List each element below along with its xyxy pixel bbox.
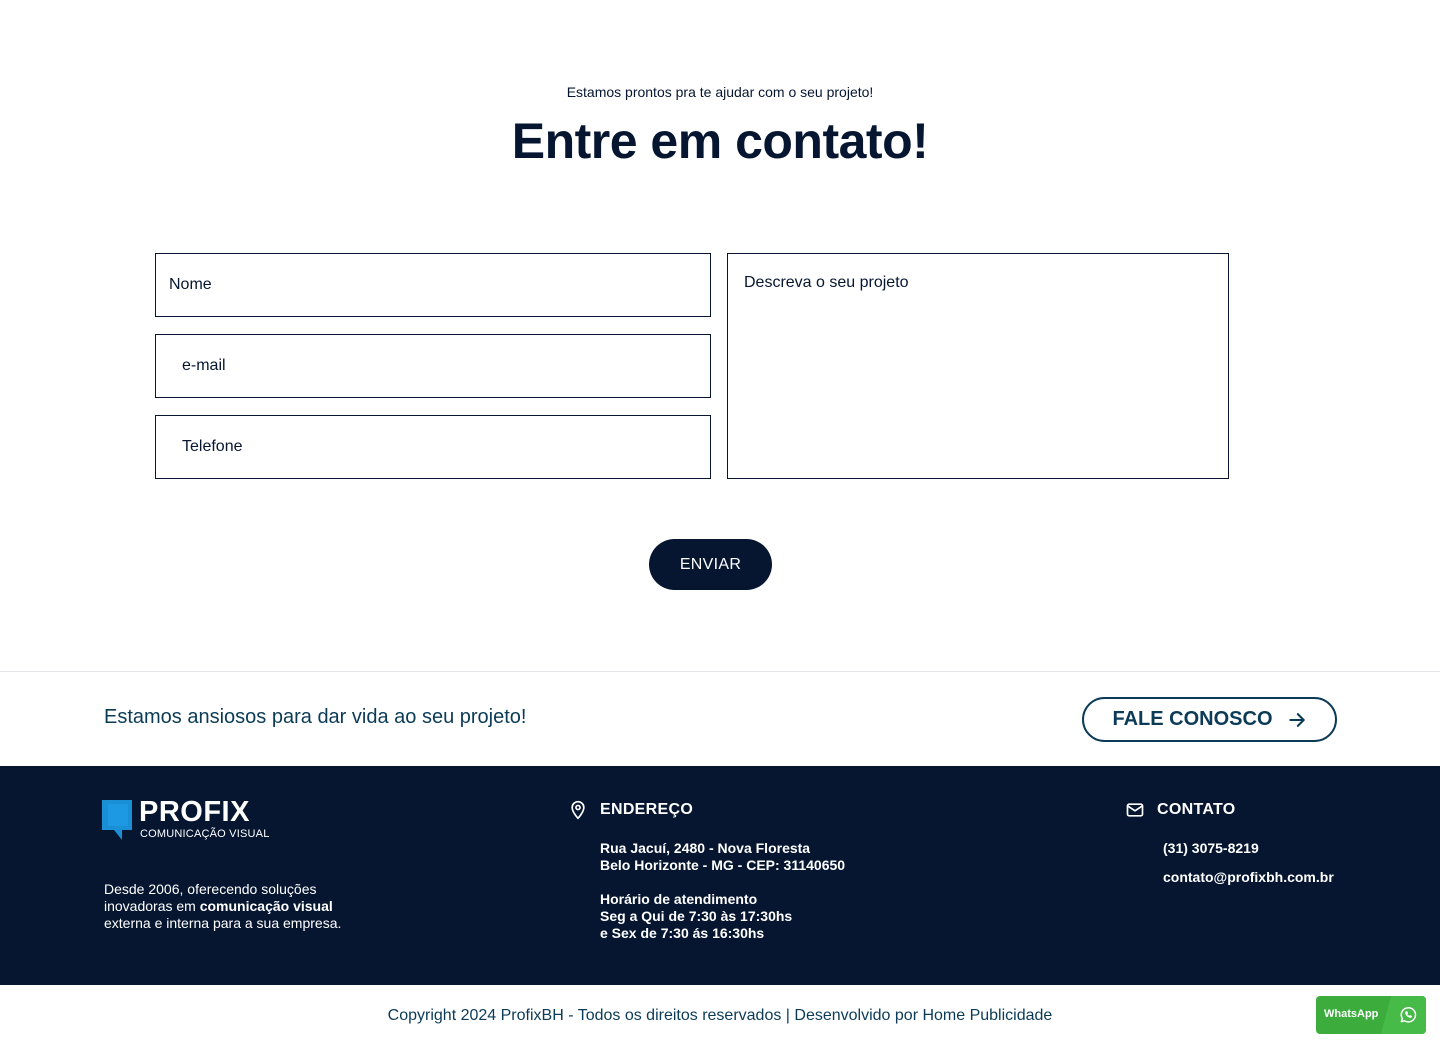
description-field-wrapper [727,253,1229,479]
name-field-wrapper [155,253,711,317]
cta-text: Estamos ansiosos para dar vida ao seu pr… [104,706,527,728]
logo-subtitle: COMUNICAÇÃO VISUAL [140,828,270,840]
email-link[interactable]: contato@profixbh.com.br [1163,869,1334,886]
email-field-wrapper [155,334,711,398]
contact-heading-label: CONTATO [1157,801,1236,818]
address-heading-label: ENDEREÇO [600,801,694,818]
address-heading: ENDEREÇO [568,800,693,820]
arrow-right-icon [1288,712,1305,727]
whatsapp-button[interactable]: WhatsApp [1316,996,1426,1034]
logo-name: PROFIX [139,796,250,828]
hours-line-2: e Sex de 7:30 ás 16:30hs [600,925,765,941]
fale-conosco-button[interactable]: FALE CONOSCO [1082,697,1337,742]
about-text-part2: externa e interna para a sua empresa. [104,915,342,931]
site-footer: PROFIX COMUNICAÇÃO VISUAL Desde 2006, of… [0,766,1440,985]
fale-conosco-label: FALE CONOSCO [1112,708,1273,730]
about-text: Desde 2006, oferecendo soluções inovador… [104,881,344,932]
hours-title: Horário de atendimento [600,891,758,907]
phone-input[interactable] [182,416,684,478]
address-line-2: Belo Horizonte - MG - CEP: 31140650 [600,857,846,873]
whatsapp-label: WhatsApp [1324,1008,1379,1020]
contact-heading: CONTATO [1125,800,1236,820]
hours-line-1: Seg a Qui de 7:30 às 17:30hs [600,908,793,924]
whatsapp-icon [1400,1006,1417,1023]
phone-field-wrapper [155,415,711,479]
contact-section: Estamos prontos pra te ajudar com o seu … [0,0,1440,671]
send-button[interactable]: ENVIAR [649,539,772,590]
map-pin-icon [571,800,585,820]
copyright-bar: Copyright 2024 ProfixBH - Todos os direi… [0,985,1440,1049]
cta-band: Estamos ansiosos para dar vida ao seu pr… [0,671,1440,766]
mail-icon [1126,803,1144,817]
logo-mark-icon [102,800,132,840]
description-textarea[interactable] [744,274,1212,458]
about-text-bold: comunicação visual [199,898,333,914]
phone-link[interactable]: (31) 3075-8219 [1163,840,1259,857]
copyright-text: Copyright 2024 ProfixBH - Todos os direi… [387,1007,1053,1024]
address-line-1: Rua Jacuí, 2480 - Nova Floresta [600,840,811,856]
contact-headline: Entre em contato! [511,113,929,169]
email-input[interactable] [182,335,684,397]
contact-kicker: Estamos prontos pra te ajudar com o seu … [566,84,874,100]
profix-logo[interactable]: PROFIX COMUNICAÇÃO VISUAL [102,796,269,842]
name-input[interactable] [169,254,697,316]
